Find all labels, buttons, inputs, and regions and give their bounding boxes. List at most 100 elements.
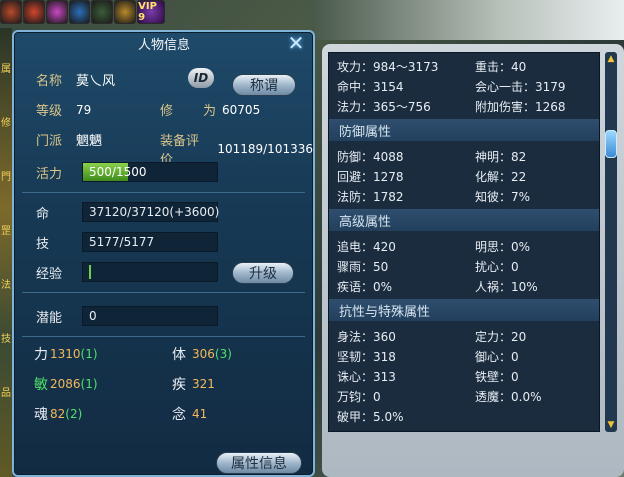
stat-right: 会心一击：3179 bbox=[475, 80, 566, 94]
equip-rating-value: 101189/101336 bbox=[217, 142, 313, 156]
scrollbar[interactable]: ▲ ▼ bbox=[605, 52, 617, 432]
cultivation-label-2: 为 bbox=[203, 104, 217, 119]
stat-right: 明思：0% bbox=[475, 240, 531, 254]
attr-label: 力 bbox=[34, 347, 48, 363]
scroll-thumb[interactable] bbox=[605, 130, 617, 158]
attr-value: 321 bbox=[192, 377, 215, 391]
scroll-up-icon[interactable]: ▲ bbox=[605, 54, 617, 64]
potential-label: 潜能 bbox=[36, 311, 63, 326]
stat-row: 坚韧：318 御心：0 bbox=[329, 345, 599, 365]
stat-row: 身法：360 定力：20 bbox=[329, 325, 599, 345]
side-menu-glyph[interactable]: 属 bbox=[0, 60, 12, 75]
stat-right: 铁壁：0 bbox=[475, 370, 519, 384]
stat-left: 法力：365～756 bbox=[337, 100, 431, 114]
level-value: 79 bbox=[76, 102, 92, 117]
potential-value: 0 bbox=[82, 306, 218, 326]
stat-row: 防御：4088 神明：82 bbox=[329, 145, 599, 165]
divider bbox=[22, 292, 305, 293]
stat-left: 攻力：984～3173 bbox=[337, 60, 439, 74]
buff-bar: VIP 9 bbox=[0, 0, 165, 28]
stat-left: 破甲：5.0% bbox=[337, 410, 404, 424]
life-label: 命 bbox=[36, 207, 50, 222]
attr-label: 敏 bbox=[34, 377, 48, 393]
stat-right: 知彼：7% bbox=[475, 190, 531, 204]
stat-right: 透魔：0.0% bbox=[475, 390, 542, 404]
scenery-background bbox=[315, 0, 624, 40]
stat-row: 追电：420 明思：0% bbox=[329, 235, 599, 255]
stat-right: 附加伤害：1268 bbox=[475, 100, 566, 114]
attr-bonus: (1) bbox=[80, 377, 98, 391]
side-menu-glyph[interactable]: 法 bbox=[0, 276, 12, 291]
attr-label: 魂 bbox=[34, 407, 48, 423]
side-menu-glyph[interactable]: 門 bbox=[0, 168, 12, 183]
stat-row: 万钧：0 透魔：0.0% bbox=[329, 385, 599, 405]
attr-value: 306 bbox=[192, 347, 215, 361]
stat-left: 骤雨：50 bbox=[337, 260, 389, 274]
stat-right: 御心：0 bbox=[475, 350, 519, 364]
upgrade-button[interactable]: 升级 bbox=[232, 262, 294, 284]
character-info-panel: 人物信息 ✕ 名称 莫乀风 ID 称谓 等级 79 修 为 60705 门派 魍… bbox=[12, 30, 315, 477]
side-menu-glyph[interactable]: 技 bbox=[0, 330, 12, 345]
fire-icon[interactable] bbox=[22, 0, 45, 24]
stat-right: 定力：20 bbox=[475, 330, 527, 344]
stat-row: 诛心：313 铁壁：0 bbox=[329, 365, 599, 385]
side-menu-glyph[interactable]: 罡 bbox=[0, 222, 12, 237]
attr-bonus: (2) bbox=[65, 407, 83, 421]
stat-left: 命中：3154 bbox=[337, 80, 404, 94]
stat-left: 法防：1782 bbox=[337, 190, 404, 204]
stat-right: 重击：40 bbox=[475, 60, 527, 74]
skill-value: 5177/5177 bbox=[82, 232, 218, 252]
attr-bonus: (3) bbox=[214, 347, 232, 361]
stat-row: 骤雨：50 扰心：0 bbox=[329, 255, 599, 275]
stat-row: 攻力：984～3173 重击：40 bbox=[329, 55, 599, 75]
stat-row: 命中：3154 会心一击：3179 bbox=[329, 75, 599, 95]
blue-wings-icon[interactable] bbox=[68, 0, 91, 24]
stat-row: 破甲：5.0% bbox=[329, 405, 599, 425]
section-header: 高级属性 bbox=[329, 209, 599, 231]
attribute-info-button[interactable]: 属性信息 bbox=[216, 452, 302, 474]
attribute-list[interactable]: 攻力：984～3173 重击：40 命中：3154 会心一击：3179 法力：365～7… bbox=[328, 52, 600, 432]
vitality-label: 活力 bbox=[36, 167, 63, 182]
red-demon-icon[interactable] bbox=[0, 0, 22, 24]
attr-label: 念 bbox=[172, 407, 186, 423]
stat-left: 诛心：313 bbox=[337, 370, 396, 384]
stat-left: 疾语：0% bbox=[337, 280, 393, 294]
section-header: 防御属性 bbox=[329, 119, 599, 141]
exp-fill bbox=[89, 265, 91, 279]
stat-right: 神明：82 bbox=[475, 150, 527, 164]
attr-bonus: (1) bbox=[80, 347, 98, 361]
attr-label: 疾 bbox=[172, 377, 186, 393]
section-header: 抗性与特殊属性 bbox=[329, 299, 599, 321]
panel-title: 人物信息 bbox=[137, 37, 190, 53]
attr-value: 41 bbox=[192, 407, 208, 421]
exp-bar bbox=[82, 262, 218, 282]
name-value: 莫乀风 bbox=[76, 74, 116, 89]
title-button[interactable]: 称谓 bbox=[232, 74, 296, 96]
sect-label: 门派 bbox=[36, 134, 63, 149]
vitality-bar: 500/1500 bbox=[82, 162, 218, 182]
stat-left: 万钧：0 bbox=[337, 390, 381, 404]
scroll-down-icon[interactable]: ▼ bbox=[605, 420, 617, 430]
gold-orb-icon[interactable] bbox=[114, 0, 137, 24]
attr-value: 2086 bbox=[50, 377, 81, 391]
life-value: 37120/37120(+3600) bbox=[82, 202, 219, 222]
vip-badge[interactable]: VIP 9 bbox=[137, 0, 165, 24]
name-label: 名称 bbox=[36, 74, 63, 89]
side-menu-glyph[interactable]: 品 bbox=[0, 384, 12, 399]
vitality-value: 500/1500 bbox=[89, 165, 147, 179]
skill-label: 技 bbox=[36, 237, 50, 252]
id-badge[interactable]: ID bbox=[188, 68, 214, 88]
exp-label: 经验 bbox=[36, 267, 63, 282]
stat-left: 坚韧：318 bbox=[337, 350, 396, 364]
attr-value: 1310 bbox=[50, 347, 81, 361]
pink-gem-icon[interactable] bbox=[45, 0, 68, 24]
level-label: 等级 bbox=[36, 104, 63, 119]
close-icon[interactable]: ✕ bbox=[285, 32, 307, 54]
side-menu-glyph[interactable]: 修 bbox=[0, 114, 12, 129]
attribute-detail-panel: 攻力：984～3173 重击：40 命中：3154 会心一击：3179 法力：365～7… bbox=[322, 44, 624, 477]
bird-icon[interactable] bbox=[91, 0, 114, 24]
attr-label: 体 bbox=[172, 347, 186, 363]
stat-row: 疾语：0% 人祸：10% bbox=[329, 275, 599, 295]
divider bbox=[22, 192, 305, 193]
stat-left: 回避：1278 bbox=[337, 170, 404, 184]
